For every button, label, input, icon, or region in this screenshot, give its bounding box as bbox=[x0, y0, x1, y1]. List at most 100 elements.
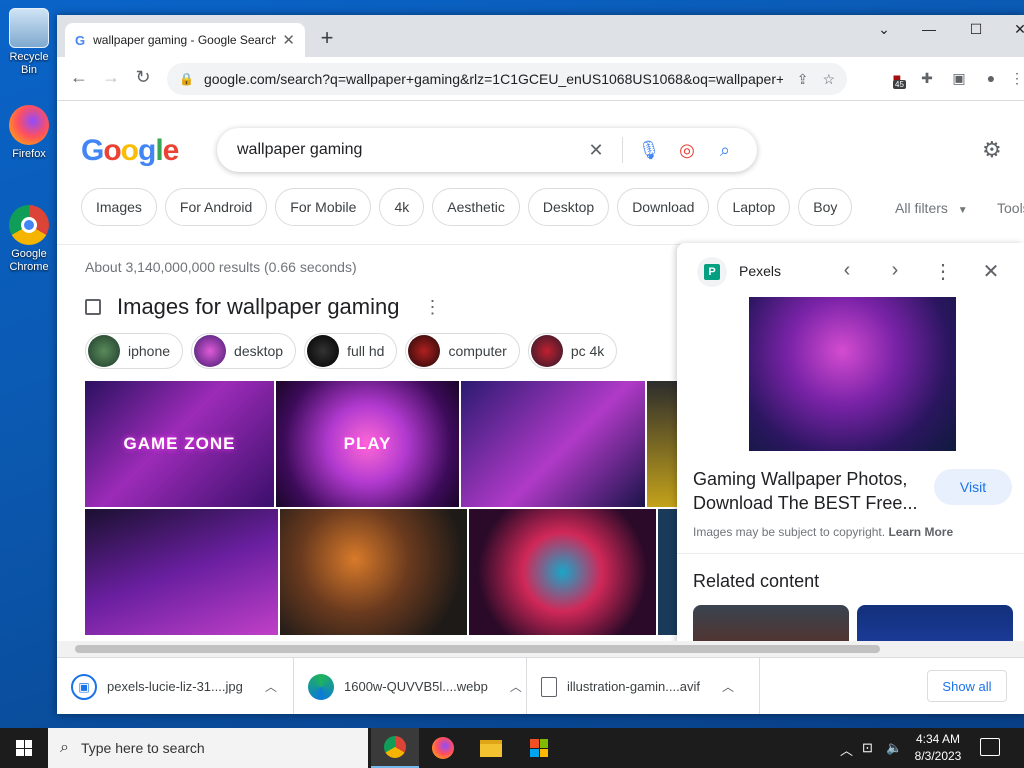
image-result-keyboard[interactable] bbox=[85, 509, 278, 635]
suggestion-label: iphone bbox=[128, 343, 171, 359]
bookmark-star-icon[interactable]: ☆ bbox=[822, 71, 835, 88]
chip-download[interactable]: Download bbox=[617, 188, 710, 226]
tools-button[interactable]: Tools bbox=[997, 200, 1024, 216]
chip-4k[interactable]: 4k bbox=[379, 188, 425, 226]
extension-icon[interactable]: ■ 45 bbox=[887, 70, 907, 89]
panel-more-icon[interactable]: ⋮ bbox=[931, 259, 955, 284]
edge-file-icon bbox=[308, 673, 334, 700]
chip-laptop[interactable]: Laptop bbox=[717, 188, 791, 226]
suggestion-iphone[interactable]: iphone bbox=[85, 333, 184, 369]
google-logo[interactable]: Google bbox=[81, 134, 179, 168]
previous-image-icon[interactable]: ‹ bbox=[835, 259, 859, 282]
panel-source[interactable]: Pexels bbox=[739, 263, 781, 279]
suggestion-thumbnail bbox=[88, 335, 120, 367]
downloads-bar: ▣ pexels-lucie-liz-31....jpg ︿ 1600w-QUV… bbox=[57, 657, 1024, 714]
image-result-controller[interactable] bbox=[461, 381, 645, 507]
clear-icon[interactable]: ✕ bbox=[584, 140, 608, 161]
google-results-page: Google wallpaper gaming ✕ 🎙 ◎ ⌕ ⚙ Images… bbox=[57, 101, 1024, 657]
taskbar-search-placeholder: Type here to search bbox=[80, 740, 205, 756]
desktop-icon-recycle-bin[interactable]: Recycle Bin bbox=[0, 8, 58, 77]
suggestion-pc-4k[interactable]: pc 4k bbox=[527, 333, 618, 369]
image-result-soldier[interactable] bbox=[280, 509, 467, 635]
more-options-icon[interactable]: ⋮ bbox=[423, 297, 441, 318]
menu-kebab-icon[interactable]: ⋮ bbox=[1007, 70, 1024, 87]
back-button[interactable]: ← bbox=[67, 67, 91, 88]
microphone-icon[interactable]: 🎙 bbox=[637, 140, 661, 161]
show-all-downloads-button[interactable]: Show all bbox=[927, 670, 1007, 702]
volume-icon[interactable]: 🔈 bbox=[886, 740, 902, 756]
lens-icon[interactable]: ◎ bbox=[675, 140, 699, 161]
chip-for-android[interactable]: For Android bbox=[164, 188, 268, 226]
settings-gear-icon[interactable]: ⚙ bbox=[982, 137, 1002, 163]
taskbar-chrome[interactable] bbox=[371, 728, 419, 768]
share-icon[interactable]: ⇪ bbox=[797, 71, 809, 88]
close-tab-icon[interactable]: ✕ bbox=[282, 31, 295, 49]
clock-time: 4:34 AM bbox=[915, 732, 961, 746]
next-image-icon[interactable]: › bbox=[883, 259, 907, 282]
taskbar-search[interactable]: ⌕ Type here to search bbox=[48, 728, 368, 768]
download-item-avif[interactable]: illustration-gamin....avif ︿ bbox=[527, 658, 760, 714]
suggestion-label: computer bbox=[448, 343, 507, 359]
image-result-neon-corridor[interactable] bbox=[469, 509, 656, 635]
forward-button[interactable]: → bbox=[99, 67, 123, 88]
panel-title[interactable]: Gaming Wallpaper Photos, Download The BE… bbox=[693, 467, 933, 515]
image-file-icon: ▣ bbox=[71, 673, 97, 700]
suggestion-full-hd[interactable]: full hd bbox=[304, 333, 398, 369]
suggestion-computer[interactable]: computer bbox=[405, 333, 520, 369]
chip-images[interactable]: Images bbox=[81, 188, 157, 226]
new-tab-button[interactable]: + bbox=[315, 25, 339, 51]
minimize-button[interactable]: — bbox=[914, 21, 944, 37]
url-text[interactable]: google.com/search?q=wallpaper+gaming&rlz… bbox=[204, 71, 783, 87]
tray-chevron-icon[interactable]: ︿ bbox=[840, 740, 853, 759]
address-bar[interactable]: 🔒 google.com/search?q=wallpaper+gaming&r… bbox=[167, 63, 847, 95]
reload-button[interactable]: ↻ bbox=[131, 67, 155, 88]
scrollbar-thumb[interactable] bbox=[75, 645, 880, 653]
search-box[interactable]: wallpaper gaming ✕ 🎙 ◎ ⌕ bbox=[217, 128, 757, 172]
extensions-puzzle-icon[interactable]: ✚ bbox=[917, 70, 937, 87]
images-section-header: Images for wallpaper gaming ⋮ bbox=[85, 294, 441, 320]
tab-search-icon[interactable]: ⌄ bbox=[869, 21, 899, 38]
image-result-play[interactable]: PLAY bbox=[276, 381, 459, 507]
network-icon[interactable]: ⊡ bbox=[862, 740, 873, 756]
profile-avatar-icon[interactable]: ● bbox=[981, 70, 1001, 86]
side-panel-icon[interactable]: ▣ bbox=[949, 70, 969, 87]
taskbar-firefox[interactable] bbox=[419, 728, 467, 768]
clock-date: 8/3/2023 bbox=[914, 749, 962, 763]
visit-button[interactable]: Visit bbox=[934, 469, 1012, 505]
search-icon[interactable]: ⌕ bbox=[713, 140, 737, 161]
taskbar-file-explorer[interactable] bbox=[467, 728, 515, 768]
preview-image[interactable] bbox=[749, 297, 956, 451]
start-button[interactable] bbox=[0, 728, 48, 768]
suggestion-thumbnail bbox=[194, 335, 227, 367]
close-window-button[interactable]: ✕ bbox=[1005, 21, 1024, 38]
download-menu-caret-icon[interactable]: ︿ bbox=[265, 678, 277, 695]
chip-aesthetic[interactable]: Aesthetic bbox=[432, 188, 520, 226]
taskbar-clock[interactable]: 4:34 AM 8/3/2023 bbox=[908, 731, 968, 765]
download-item-webp[interactable]: 1600w-QUVVB5l....webp ︿ bbox=[294, 658, 527, 714]
search-input[interactable]: wallpaper gaming bbox=[237, 141, 570, 159]
download-item-jpg[interactable]: ▣ pexels-lucie-liz-31....jpg ︿ bbox=[57, 658, 294, 714]
notifications-icon[interactable] bbox=[980, 738, 1000, 756]
search-icon: ⌕ bbox=[60, 739, 69, 756]
suggestion-desktop[interactable]: desktop bbox=[191, 333, 297, 369]
desktop-icon-chrome[interactable]: Google Chrome bbox=[0, 205, 58, 274]
tab-google-search[interactable]: G wallpaper gaming - Google Search ✕ bbox=[65, 23, 305, 57]
close-panel-icon[interactable]: ✕ bbox=[979, 259, 1003, 284]
download-filename: pexels-lucie-liz-31....jpg bbox=[107, 679, 243, 694]
learn-more-link[interactable]: Learn More bbox=[888, 525, 953, 539]
taskbar-store[interactable] bbox=[515, 728, 563, 768]
chip-for-mobile[interactable]: For Mobile bbox=[275, 188, 372, 226]
recycle-bin-icon bbox=[9, 8, 49, 48]
horizontal-scrollbar[interactable] bbox=[57, 641, 1024, 657]
chip-desktop[interactable]: Desktop bbox=[527, 188, 610, 226]
image-result-game-zone[interactable]: GAME ZONE bbox=[85, 381, 274, 507]
suggestion-label: full hd bbox=[347, 343, 385, 359]
lock-icon[interactable]: 🔒 bbox=[179, 72, 194, 86]
chip-boy[interactable]: Boy bbox=[798, 188, 853, 226]
google-favicon-icon: G bbox=[75, 32, 86, 48]
maximize-button[interactable]: ☐ bbox=[961, 21, 991, 38]
download-menu-caret-icon[interactable]: ︿ bbox=[722, 678, 734, 695]
all-filters-button[interactable]: All filters ▼ bbox=[895, 200, 968, 216]
desktop-icon-firefox[interactable]: Firefox bbox=[0, 105, 58, 161]
download-menu-caret-icon[interactable]: ︿ bbox=[510, 678, 522, 695]
